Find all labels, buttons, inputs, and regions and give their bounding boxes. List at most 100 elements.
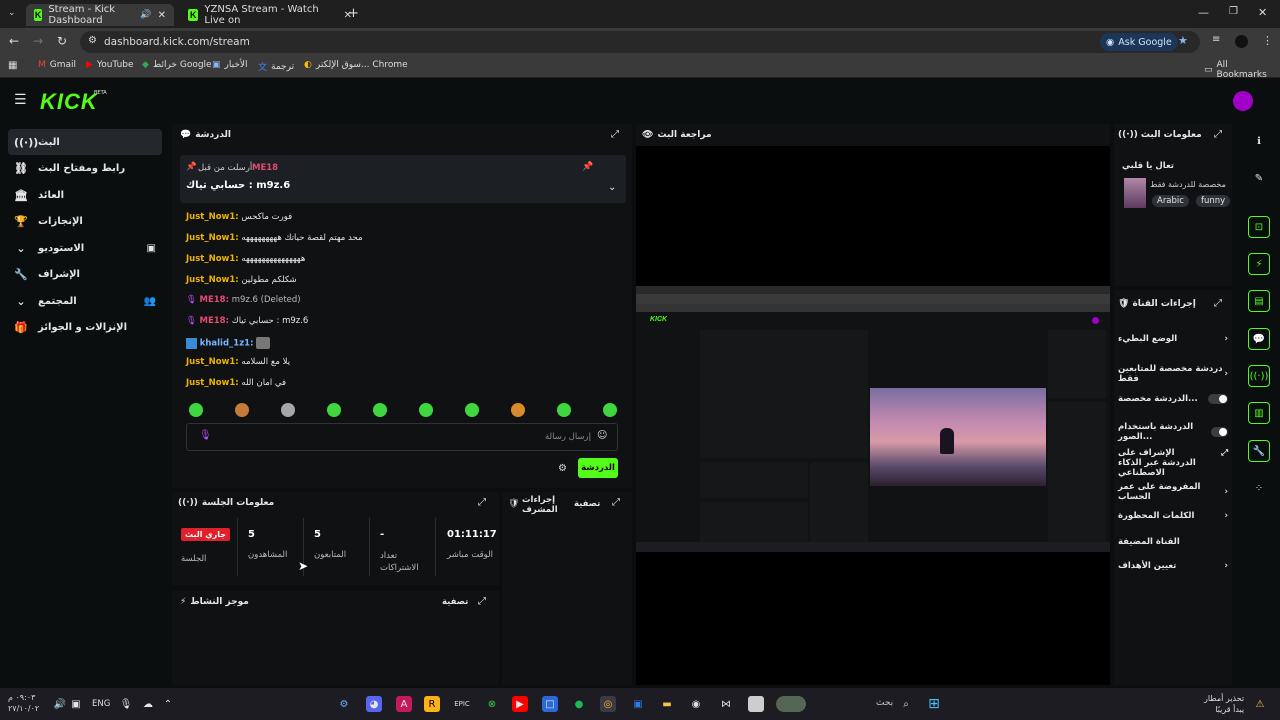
file-explorer-icon[interactable]: ▬ xyxy=(659,696,675,712)
emote-chat-toggle[interactable] xyxy=(1211,427,1228,437)
language-indicator[interactable]: ENG xyxy=(92,699,110,709)
sidebar-item-moderation[interactable]: 🔧 الإشراف xyxy=(8,261,162,287)
chat-username[interactable]: Just_Now1: xyxy=(186,233,239,243)
chat-username[interactable]: Just_Now1: xyxy=(186,378,239,388)
epic-icon[interactable]: EPIC xyxy=(454,696,470,712)
chat-username[interactable]: khalid_1z1: xyxy=(200,339,254,349)
reload-icon[interactable]: ↻ xyxy=(57,34,67,48)
bookmark-youtube[interactable]: ▶ YouTube xyxy=(86,60,134,70)
layout-icon[interactable]: ▥ xyxy=(1248,402,1270,424)
sidebar-item-drops[interactable]: 🎁 الإنزالات و الجوائز xyxy=(8,314,162,340)
chat-username[interactable]: Just_Now1: xyxy=(186,212,239,222)
chat-username[interactable]: Just_Now1: xyxy=(186,275,239,285)
capcut-icon[interactable]: □ xyxy=(542,696,558,712)
volume-icon[interactable]: 🔊 xyxy=(52,696,68,712)
widget-icon[interactable] xyxy=(776,696,806,712)
mic-icon[interactable]: 🎙 xyxy=(199,430,212,441)
mic-icon[interactable]: 🎙 xyxy=(118,696,134,712)
bookmark-star-icon[interactable]: ★ xyxy=(1178,34,1188,47)
apps-icon[interactable]: ⁘ xyxy=(1248,477,1270,499)
pinned-message[interactable]: 📌 أرسلت من قبل ME18 حسابي تياك : m9z.6 📌… xyxy=(180,155,626,203)
tab-stream-dashboard[interactable]: K Stream - Kick Dashboard 🔊 ✕ xyxy=(26,4,174,26)
clock[interactable]: ٠٩:٠٣ م ٢٧/١٠/٠٢ xyxy=(8,692,39,714)
menu-kebab-icon[interactable]: ⋮ xyxy=(1262,34,1273,47)
host-channel-item[interactable]: القناة المضيفة xyxy=(1118,537,1228,547)
chat-settings-icon[interactable]: ⚙ xyxy=(558,463,567,474)
forward-icon[interactable]: → xyxy=(33,34,43,48)
bookmark-news[interactable]: ▣ الأخبار xyxy=(212,60,248,70)
chat-username[interactable]: Just_Now1: xyxy=(186,254,239,264)
banned-words-item[interactable]: الكلمات المحظورة › xyxy=(1118,511,1228,521)
popout-icon[interactable]: ⤢ xyxy=(1214,298,1222,309)
capcut-alt-icon[interactable]: ⋈ xyxy=(718,696,734,712)
spotify-icon[interactable]: ● xyxy=(571,696,587,712)
audio-icon[interactable]: 🔊 xyxy=(140,10,151,20)
kick-logo[interactable]: KICK xyxy=(40,89,98,115)
chevron-up-icon[interactable]: ⌃ xyxy=(160,696,176,712)
emote[interactable] xyxy=(235,403,249,417)
ask-google-button[interactable]: ◉ Ask Google xyxy=(1100,33,1178,51)
activity-filter[interactable]: تصفية xyxy=(442,597,468,607)
popout-icon[interactable]: ⤢ xyxy=(1214,129,1222,140)
cloud-icon[interactable]: ☁ xyxy=(140,696,156,712)
emote[interactable] xyxy=(511,403,525,417)
bookmark-maps[interactable]: ◆ خرائط Google xyxy=(142,60,212,70)
tag-pill[interactable]: funny xyxy=(1196,195,1231,207)
chat-username[interactable]: ME18: xyxy=(200,295,230,305)
unpin-icon[interactable]: 📌 xyxy=(582,162,593,172)
bookmark-translate[interactable]: 文 ترجمة xyxy=(258,60,294,74)
chat-send-button[interactable]: الدردشة xyxy=(578,458,618,478)
followers-only-item[interactable]: دردشة مخصصة للمتابعين فقط › xyxy=(1118,364,1228,384)
tab-search-icon[interactable]: ⌄ xyxy=(8,8,16,18)
xbox-icon[interactable]: ⊗ xyxy=(484,696,500,712)
bookmark-chrome-store[interactable]: ◐ سوق الإلكتر... Chrome xyxy=(304,60,408,70)
subscribers-chat-toggle[interactable] xyxy=(1208,394,1228,404)
set-goals-item[interactable]: تعيين الأهداف › xyxy=(1118,561,1228,571)
close-tab-icon[interactable]: ✕ xyxy=(158,10,166,21)
ai-moderation-item[interactable]: الإشراف على الدردشة عبر الذكاء الاصطناعي… xyxy=(1118,448,1228,478)
document-icon[interactable]: ▤ xyxy=(1248,290,1270,312)
rockstar-icon[interactable]: R xyxy=(424,696,440,712)
info-icon[interactable]: ℹ xyxy=(1248,130,1270,152)
new-tab-icon[interactable]: + xyxy=(348,6,359,21)
emote[interactable] xyxy=(327,403,341,417)
sidebar-item-revenue[interactable]: 🏛 العائد xyxy=(8,182,162,208)
stream-video[interactable]: KICK xyxy=(636,286,1110,552)
chat-username[interactable]: ME18: xyxy=(200,316,230,326)
store-icon[interactable]: ▣ xyxy=(630,696,646,712)
sidebar-item-studio[interactable]: ⌄ الاستوديو ▣ xyxy=(8,235,162,261)
sidebar-item-achievements[interactable]: 🏆 الإنجازات xyxy=(8,208,162,234)
window-icon[interactable] xyxy=(748,696,764,712)
popout-icon[interactable]: ⤢ xyxy=(478,497,486,508)
all-bookmarks[interactable]: ▭ All Bookmarks xyxy=(1204,60,1280,80)
wrench-icon[interactable]: 🔧 xyxy=(1248,440,1270,462)
apps-grid-icon[interactable]: ▦ xyxy=(8,60,17,71)
chat-username[interactable]: Just_Now1: xyxy=(186,357,239,367)
lightning-icon[interactable]: ⚡ xyxy=(1248,253,1270,275)
account-age-item[interactable]: المفروضة على عمر الحساب › xyxy=(1118,482,1228,502)
user-avatar[interactable] xyxy=(1233,91,1253,111)
mod-actions-filter[interactable]: تصفية xyxy=(574,499,600,509)
tab-yznsa-stream[interactable]: K YZNSA Stream - Watch Live on ✕ xyxy=(180,4,360,26)
chat-input[interactable]: 🎙 إرسال رسالة ☺ xyxy=(186,423,618,451)
address-bar[interactable]: ⚙ dashboard.kick.com/stream ◉ Ask Google … xyxy=(80,31,1200,53)
popout-icon[interactable]: ⤢ xyxy=(611,129,619,140)
emote[interactable] xyxy=(557,403,571,417)
emote[interactable] xyxy=(419,403,433,417)
discord-icon[interactable]: ◕ xyxy=(366,696,382,712)
emote[interactable] xyxy=(603,403,617,417)
minimize-icon[interactable]: — xyxy=(1198,6,1209,19)
profile-icon[interactable] xyxy=(1235,35,1248,48)
emoji-icon[interactable]: ☺ xyxy=(597,430,607,441)
chevron-down-icon[interactable]: ⌄ xyxy=(608,182,616,193)
chat-icon[interactable]: 💬 xyxy=(1248,328,1270,350)
sidebar-item-stream-key[interactable]: ⛓ رابط ومفتاح البث xyxy=(8,155,162,181)
sidebar-item-stream[interactable]: ((·)) البث xyxy=(8,129,162,155)
popout-icon[interactable]: ⤢ xyxy=(478,596,486,607)
steam-icon[interactable]: ⚙ xyxy=(336,696,352,712)
bookmark-gmail[interactable]: M Gmail xyxy=(38,60,76,70)
hamburger-menu-icon[interactable]: ☰ xyxy=(14,92,27,108)
category-thumbnail[interactable] xyxy=(1124,178,1146,208)
site-info-icon[interactable]: ⚙ xyxy=(88,35,97,46)
emote[interactable] xyxy=(281,403,295,417)
